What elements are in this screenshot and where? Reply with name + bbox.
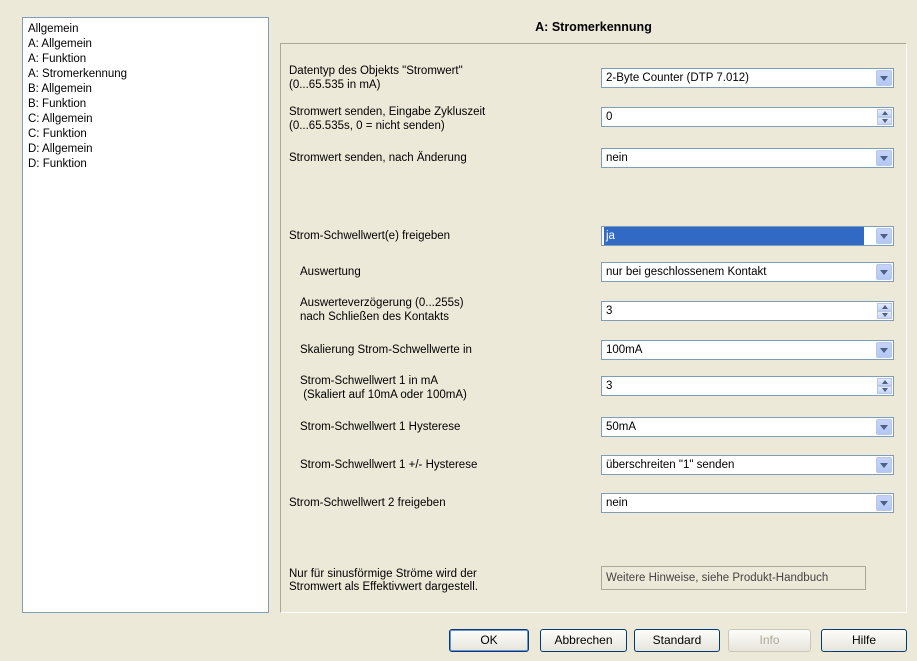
- param-label: Stromwert senden, Eingabe Zykluszeit (0..…: [289, 106, 486, 132]
- plusminus-hysterese-select[interactable]: überschreiten "1" senden: [601, 455, 894, 475]
- sidebar-item-allgemein[interactable]: Allgemein: [28, 22, 268, 37]
- skalierung-select[interactable]: 100mA: [601, 340, 894, 360]
- auswerteverzoegerung-input[interactable]: 3: [601, 301, 894, 321]
- sidebar-item-d-allgemein[interactable]: D: Allgemein: [28, 142, 268, 157]
- parameter-panel: Datentyp des Objekts "Stromwert" (0...65.…: [280, 43, 907, 613]
- cancel-button[interactable]: Abbrechen: [540, 629, 627, 652]
- schwellwert1-input[interactable]: 3: [601, 376, 894, 396]
- sidebar-item-d-funktion[interactable]: D: Funktion: [28, 157, 268, 172]
- param-label: Strom-Schwellwert(e) freigeben: [289, 230, 451, 242]
- note-text: Nur für sinusförmige Ströme wird der Str…: [289, 568, 478, 593]
- chevron-down-icon[interactable]: [876, 457, 892, 473]
- sidebar-item-b-funktion[interactable]: B: Funktion: [28, 97, 268, 112]
- param-label: Skalierung Strom-Schwellwerte in: [300, 344, 472, 356]
- help-button[interactable]: Hilfe: [821, 629, 907, 652]
- nach-aenderung-select[interactable]: nein: [601, 148, 894, 168]
- param-label: Strom-Schwellwert 1 +/- Hysterese: [300, 459, 478, 471]
- sidebar-item-a-funktion[interactable]: A: Funktion: [28, 52, 268, 67]
- chevron-down-icon[interactable]: [876, 70, 892, 86]
- zykluszeit-input[interactable]: 0: [601, 107, 894, 127]
- hysterese-select[interactable]: 50mA: [601, 417, 894, 437]
- sidebar-item-c-allgemein[interactable]: C: Allgemein: [28, 112, 268, 127]
- ok-button[interactable]: OK: [449, 629, 529, 652]
- spinner-arrows-icon[interactable]: [877, 303, 892, 319]
- param-label: Auswerteverzögerung (0...255s) nach Schli…: [300, 297, 464, 323]
- info-button[interactable]: Info: [728, 629, 811, 652]
- auswertung-select[interactable]: nur bei geschlossenem Kontakt: [601, 262, 894, 282]
- sidebar-item-b-allgemein[interactable]: B: Allgemein: [28, 82, 268, 97]
- spinner-arrows-icon[interactable]: [877, 378, 892, 394]
- info-hint-box: Weitere Hinweise, siehe Produkt-Handbuch: [601, 566, 866, 590]
- page-title: A: Stromerkennung: [535, 20, 652, 34]
- param-label: Strom-Schwellwert 1 in mA (Skaliert auf …: [300, 375, 467, 401]
- chevron-down-icon[interactable]: [876, 264, 892, 280]
- param-label: Strom-Schwellwert 1 Hysterese: [300, 421, 461, 433]
- chevron-down-icon[interactable]: [876, 150, 892, 166]
- schwellwert-freigeben-select[interactable]: ja: [601, 226, 894, 246]
- spinner-arrows-icon[interactable]: [877, 109, 892, 125]
- chevron-down-icon[interactable]: [876, 419, 892, 435]
- param-label: Auswertung: [300, 266, 361, 278]
- sidebar-item-a-stromerkennung[interactable]: A: Stromerkennung: [28, 67, 268, 82]
- parameter-tree[interactable]: Allgemein A: Allgemein A: Funktion A: St…: [22, 17, 269, 613]
- param-label: Stromwert senden, nach Änderung: [289, 152, 467, 164]
- chevron-down-icon[interactable]: [876, 228, 892, 244]
- param-label: Strom-Schwellwert 2 freigeben: [289, 497, 446, 509]
- datentyp-select[interactable]: 2-Byte Counter (DTP 7.012): [601, 68, 894, 88]
- chevron-down-icon[interactable]: [876, 342, 892, 358]
- sidebar-item-c-funktion[interactable]: C: Funktion: [28, 127, 268, 142]
- sidebar-item-a-allgemein[interactable]: A: Allgemein: [28, 37, 268, 52]
- chevron-down-icon[interactable]: [876, 495, 892, 511]
- schwellwert2-select[interactable]: nein: [601, 493, 894, 513]
- param-label: Datentyp des Objekts "Stromwert" (0...65.…: [289, 65, 463, 91]
- standard-button[interactable]: Standard: [634, 629, 720, 652]
